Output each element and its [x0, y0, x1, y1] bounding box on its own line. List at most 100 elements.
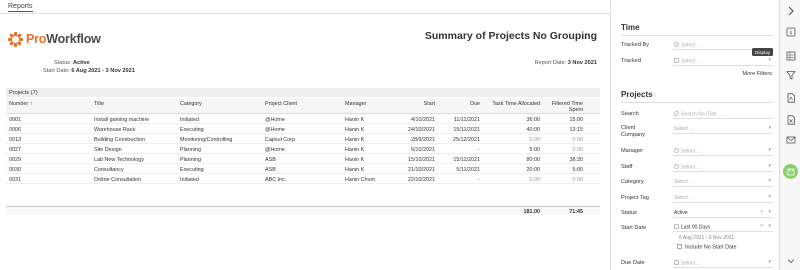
breadcrumb-reports[interactable]: Reports [8, 3, 33, 12]
filter-button[interactable] [785, 69, 796, 80]
table-row[interactable]: 0027 Site Design Planning @Home Hanin K 6/10/… [6, 145, 600, 154]
chevron-right-icon [788, 6, 794, 15]
cell-spent: 15:00 [569, 116, 584, 123]
cell-due: 11/11/2021 [453, 116, 480, 123]
include-no-start-date-checkbox[interactable]: Include No Start Date [677, 244, 737, 251]
cell-client: @Home [265, 116, 285, 123]
client-company-select[interactable]: Select ... ▾ [673, 124, 773, 134]
cell-title: Install gaming machine [94, 116, 150, 123]
cell-number: 0030 [9, 166, 21, 173]
clear-icon[interactable]: × [760, 209, 763, 215]
cell-category: Initiated [180, 116, 199, 123]
chevron-down-icon: ▾ [768, 259, 771, 265]
table-row[interactable]: 0001 Install gaming machine Initiated @Home… [6, 115, 600, 124]
col-project-client[interactable]: Project Client [265, 101, 297, 107]
chevron-down-icon: ▾ [768, 125, 771, 131]
export-csv-button[interactable] [785, 114, 796, 125]
table-row[interactable]: 0031 Online Consultation Initiated ABC Inc.… [6, 175, 600, 184]
filter-icon [785, 70, 796, 80]
cell-spent: 0.00 [572, 176, 584, 183]
sort-arrow-icon: ↑ [29, 101, 33, 107]
staff-label: Staff [621, 164, 633, 170]
project-tag-select[interactable]: Select ... ▾ [673, 193, 773, 203]
table-row[interactable]: 0030 Consultancy Executing ASB Hanin K 21/10/… [6, 165, 600, 174]
cell-allocated: 36:00 [526, 116, 541, 123]
col-title[interactable]: Title [94, 101, 104, 107]
cell-start: 15/10/2021 [408, 156, 435, 163]
table-row[interactable]: 0013 Building Construction Monitoring/Cont… [6, 135, 600, 144]
cell-title: Building Construction [94, 136, 145, 143]
pdf-icon [787, 92, 795, 103]
col-manager[interactable]: Manager [345, 101, 366, 107]
checkbox-icon [677, 244, 682, 249]
display-columns-icon [786, 51, 795, 60]
manager-label: Manager [621, 148, 644, 154]
col-start[interactable]: Start [391, 101, 435, 107]
category-select[interactable]: Select ... ▾ [673, 177, 773, 187]
cell-client: ASB [265, 166, 276, 173]
cell-manager: Hanin K [345, 146, 365, 153]
col-filtered-time-spent[interactable]: Filtered Time Spent [548, 101, 583, 113]
cell-manager: Hanin K [345, 166, 365, 173]
chevron-down-icon: ▾ [768, 147, 771, 153]
save-report-button[interactable] [783, 164, 798, 179]
cell-spent: 5:00 [572, 166, 584, 173]
time-section-title: Time [621, 23, 640, 32]
client-company-label: Client Company [621, 125, 645, 138]
status-meta: Status: Active [54, 60, 90, 66]
total-spent: 71:45 [569, 208, 583, 215]
start-date-select[interactable]: Last 90 Days × ▾ [673, 222, 773, 232]
collapse-panel-button[interactable] [785, 5, 796, 16]
csv-icon [787, 114, 795, 125]
cell-category: Planning [180, 146, 201, 153]
info-button[interactable] [785, 26, 796, 37]
col-task-time-allocated[interactable]: Task Time Allocated [482, 101, 540, 107]
cell-allocated: 5:00 [529, 146, 541, 153]
col-number[interactable]: Number ↑ [9, 101, 32, 107]
email-button[interactable] [785, 134, 796, 145]
cell-client: @Home [265, 126, 285, 133]
cell-category: Executing [180, 126, 204, 133]
cell-start: 22/10/2021 [408, 176, 435, 183]
search-input[interactable]: Search No./Title... [673, 109, 773, 119]
export-pdf-button[interactable] [785, 92, 796, 103]
scroll-down-button[interactable] [785, 255, 796, 266]
start-date-range: 6 Aug 2021 - 3 Nov 2021 [679, 235, 735, 241]
status-select[interactable]: Active × ▾ [673, 208, 773, 218]
filter-panel: Time Tracked By Select ... Tracked Selec… [610, 0, 778, 270]
table-row[interactable]: 0006 Warehouse Rack Executing @Home Hanin K 2… [6, 125, 600, 134]
table-header: Number ↑ Title Category Project Client M… [6, 98, 600, 114]
cell-start: 24/10/2021 [408, 126, 435, 133]
display-button[interactable] [785, 50, 796, 61]
cell-due: 25/12/2021 [453, 136, 480, 143]
cell-due: 5/11/2021 [456, 166, 480, 173]
display-tooltip: Display [752, 48, 774, 56]
due-date-select[interactable]: Select ... ▾ [673, 258, 773, 268]
manager-select[interactable]: Select ... ▾ [673, 146, 773, 156]
cell-spent: 38:30 [569, 156, 584, 163]
cell-due: – [477, 176, 480, 183]
cell-allocated: 0.00 [529, 176, 541, 183]
table-row[interactable]: 0029 Lab New Technology Planning ASB Hanin K… [6, 155, 600, 164]
search-icon [674, 111, 679, 116]
cell-title: Lab New Technology [94, 156, 144, 163]
tracked-select[interactable]: Select ... ▾ [673, 56, 773, 66]
search-label: Search [621, 111, 639, 117]
cell-title: Consultancy [94, 166, 124, 173]
cell-category: Executing [180, 166, 204, 173]
clear-icon[interactable]: × [760, 223, 763, 229]
report-area: ProWorkflow Summary of Projects No Group… [0, 14, 600, 270]
proworkflow-logo-icon [8, 31, 23, 47]
cell-start: 21/10/2021 [408, 166, 435, 173]
cell-manager: Hanin K [345, 126, 365, 133]
cell-title: Online Consultation [94, 176, 142, 183]
cell-due: – [477, 146, 480, 153]
more-filters-link[interactable]: More Filters [742, 71, 772, 77]
chevron-down-icon: ▾ [768, 163, 771, 169]
calendar-icon [674, 260, 679, 265]
col-category[interactable]: Category [180, 101, 202, 107]
col-due[interactable]: Due [436, 101, 480, 107]
chevron-down-icon [787, 258, 794, 263]
cell-manager: Hanin Chum [345, 176, 375, 183]
staff-select[interactable]: Select ... ▾ [673, 162, 773, 172]
